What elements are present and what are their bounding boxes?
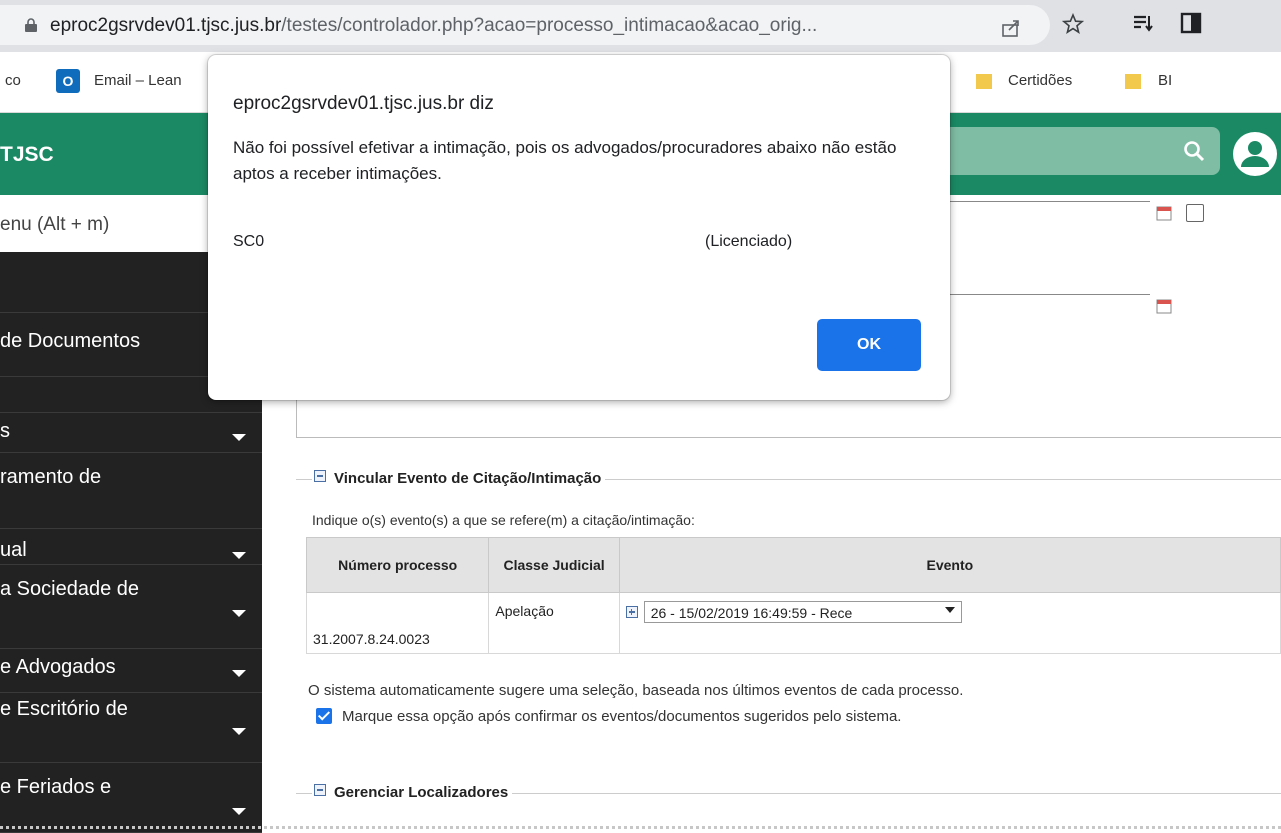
- chevron-down-icon: [232, 434, 246, 441]
- search-icon[interactable]: [1182, 139, 1206, 163]
- sidebar-item-label: ramento de: [0, 466, 102, 488]
- column-header: Evento: [618, 537, 1281, 593]
- column-header: Classe Judicial: [488, 537, 620, 593]
- sidebar-item-label: e Escritório de: [0, 698, 128, 720]
- bookmark-certidoes[interactable]: Certidões: [1008, 72, 1072, 89]
- confirm-events-row: Marque essa opção após confirmar os even…: [316, 708, 901, 725]
- collapse-icon[interactable]: [314, 784, 326, 796]
- side-panel-icon[interactable]: [1180, 12, 1202, 34]
- dialog-lawyer-code: SC0: [233, 233, 265, 250]
- sidebar-item-ual[interactable]: ual: [0, 528, 262, 565]
- chevron-down-icon: [232, 808, 246, 815]
- app-title: TJSC: [0, 143, 54, 166]
- url-field[interactable]: eproc2gsrvdev01.tjsc.jus.br/testes/contr…: [0, 5, 1050, 45]
- sidebar-item-advogados[interactable]: e Advogados: [0, 648, 262, 693]
- chevron-down-icon: [232, 728, 246, 735]
- expand-icon[interactable]: [625, 606, 638, 618]
- filter-checkbox[interactable]: [1186, 204, 1204, 222]
- eventos-table: Número processo Classe Judicial Evento 3…: [305, 537, 1281, 654]
- reading-list-icon[interactable]: [1132, 12, 1154, 34]
- page-bottom-divider: [0, 826, 1281, 829]
- chevron-down-icon: [944, 607, 955, 613]
- share-icon[interactable]: [1000, 17, 1022, 39]
- confirm-events-checkbox[interactable]: [316, 708, 332, 724]
- cell-classe-judicial: Apelação: [488, 592, 620, 654]
- dialog-lawyer-status: (Licenciado): [705, 233, 793, 250]
- bookmark-email[interactable]: Email – Lean: [94, 72, 182, 89]
- vincular-hint: Indique o(s) evento(s) a que se refere(m…: [312, 512, 695, 528]
- sidebar-item-label: e Feriados e: [0, 776, 112, 798]
- lock-icon: [25, 18, 37, 32]
- sidebar-item-feriados[interactable]: e Feriados e: [0, 762, 262, 833]
- user-avatar-icon[interactable]: [1232, 131, 1278, 177]
- chevron-down-icon: [232, 552, 246, 559]
- localizadores-fieldset: Gerenciar Localizadores: [296, 784, 1281, 801]
- dialog-message: Não foi possível efetivar a intimação, p…: [233, 138, 897, 183]
- star-icon[interactable]: [1062, 13, 1084, 35]
- localizadores-legend[interactable]: Gerenciar Localizadores: [312, 784, 513, 801]
- ok-button[interactable]: OK: [817, 319, 921, 371]
- sidebar-item-label: s: [0, 420, 10, 442]
- outlook-icon: O: [56, 69, 80, 93]
- browser-address-bar: eproc2gsrvdev01.tjsc.jus.br/testes/contr…: [0, 0, 1281, 52]
- vincular-evento-legend[interactable]: Vincular Evento de Citação/Intimação: [312, 470, 606, 487]
- date-field-1[interactable]: [950, 201, 1150, 202]
- evento-select[interactable]: 26 - 15/02/2019 16:49:59 - Rece: [643, 601, 962, 623]
- cell-evento: 26 - 15/02/2019 16:49:59 - Rece: [618, 592, 1281, 654]
- sidebar-item-label: ual: [0, 539, 27, 561]
- folder-icon: [976, 74, 992, 89]
- table-header-row: Número processo Classe Judicial Evento: [305, 537, 1281, 593]
- auto-suggest-text: O sistema automaticamente sugere uma sel…: [308, 682, 964, 699]
- confirm-events-label[interactable]: Marque essa opção após confirmar os even…: [342, 708, 901, 725]
- alert-dialog: eproc2gsrvdev01.tjsc.jus.br diz Não foi …: [208, 55, 950, 400]
- menu-search-placeholder: enu (Alt + m): [0, 214, 110, 235]
- sidebar-item-ramento[interactable]: ramento de: [0, 452, 262, 529]
- vincular-evento-fieldset: Vincular Evento de Citação/Intimação: [296, 470, 1281, 487]
- sidebar-item-label: de Documentos: [0, 330, 141, 352]
- sidebar-item-escritorio[interactable]: e Escritório de: [0, 692, 262, 763]
- calendar-icon[interactable]: [1156, 298, 1172, 314]
- column-header: Número processo: [305, 537, 490, 593]
- bookmark-bi[interactable]: BI: [1158, 72, 1172, 89]
- bookmark-item[interactable]: co: [5, 72, 21, 89]
- calendar-icon[interactable]: [1156, 205, 1172, 221]
- date-field-2[interactable]: [950, 294, 1150, 295]
- cell-numero-processo[interactable]: 31.2007.8.24.0023: [305, 592, 490, 654]
- table-row: 31.2007.8.24.0023 Apelação 26 - 15/02/20…: [305, 592, 1281, 654]
- chevron-down-icon: [232, 610, 246, 617]
- collapse-icon[interactable]: [314, 470, 326, 482]
- sidebar-item-label: a Sociedade de: [0, 578, 140, 600]
- sidebar-item-sociedade[interactable]: a Sociedade de: [0, 564, 262, 649]
- url-text[interactable]: eproc2gsrvdev01.tjsc.jus.br/testes/contr…: [50, 15, 817, 37]
- sidebar-item-label: e Advogados: [0, 656, 116, 678]
- dialog-title: eproc2gsrvdev01.tjsc.jus.br diz: [233, 93, 494, 114]
- folder-icon: [1125, 74, 1141, 89]
- sidebar-item-s[interactable]: s: [0, 412, 262, 453]
- chevron-down-icon: [232, 670, 246, 677]
